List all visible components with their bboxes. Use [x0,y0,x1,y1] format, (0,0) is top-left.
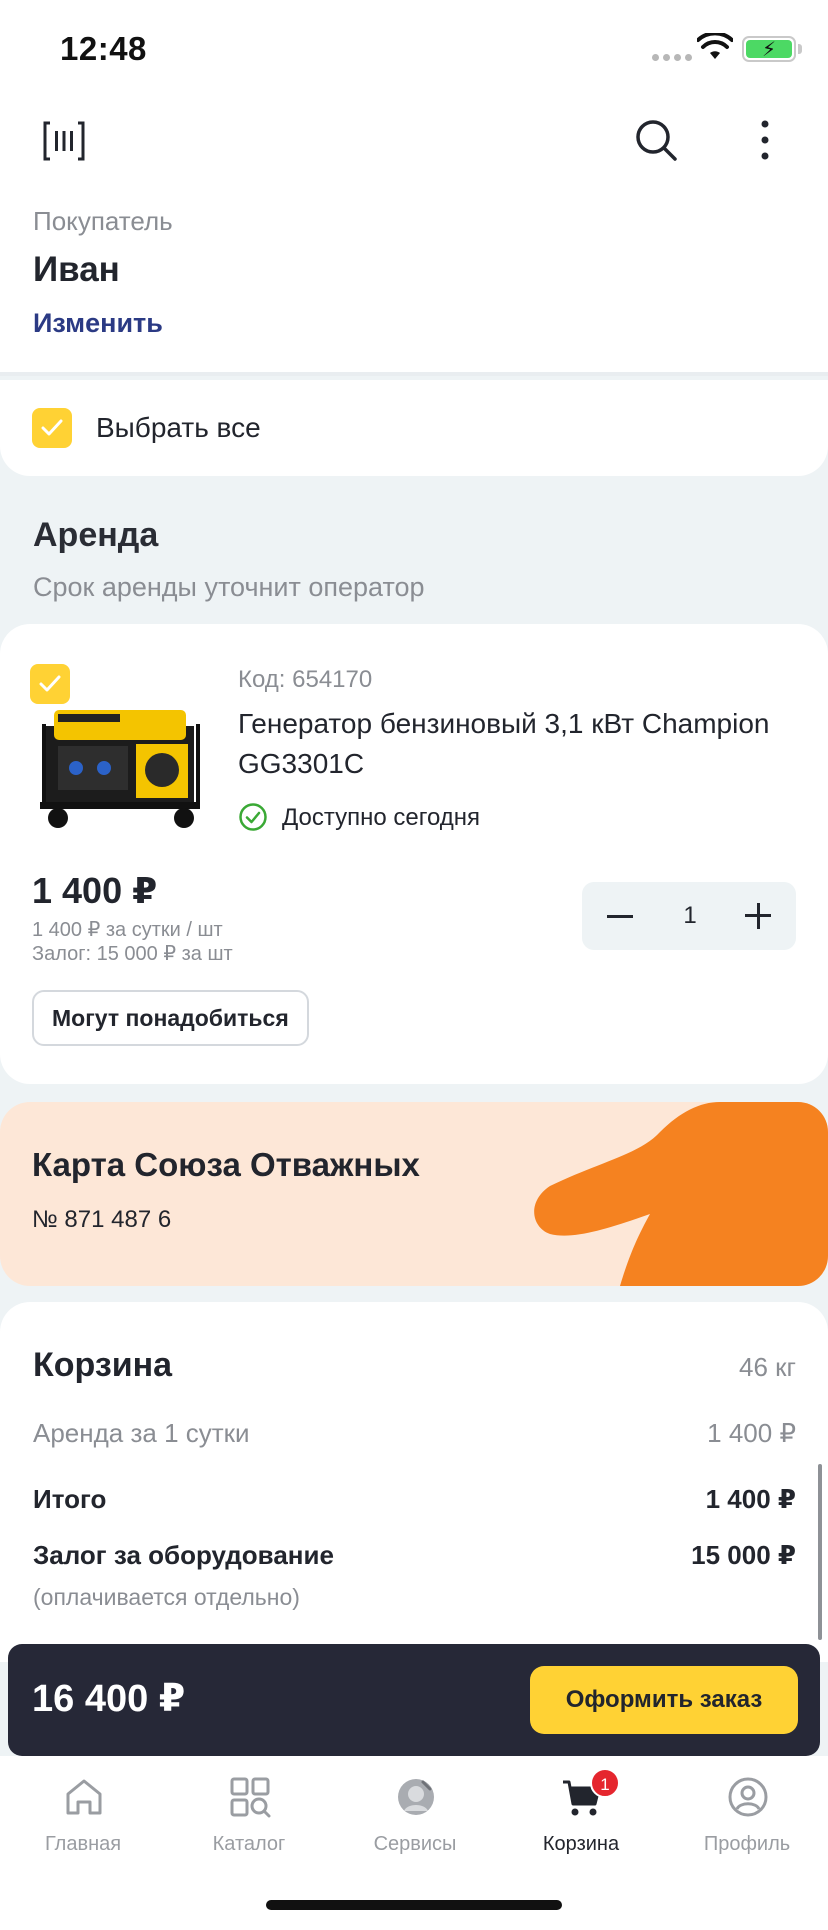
product-price: 1 400 ₽ [32,870,158,911]
price-per-day: 1 400 ₽ за сутки / шт [32,919,223,941]
deposit-value: 15 000 ₽ [691,1540,796,1570]
profile-icon [728,1777,768,1817]
increase-quantity-button[interactable] [738,896,778,936]
checkmark-icon [41,419,63,436]
decrease-quantity-button[interactable] [600,896,640,936]
select-all-checkbox[interactable] [32,408,72,448]
quantity-value: 1 [683,902,697,929]
buyer-name: Иван [33,250,120,289]
tab-label: Профиль [703,1833,791,1855]
product-code: Код: 654170 [238,666,373,693]
cart-weight: 46 кг [738,1352,796,1382]
tab-services[interactable]: Сервисы [332,1776,498,1876]
cart-badge: 1 [590,1768,620,1798]
tab-cart[interactable]: 1 Корзина [498,1768,664,1876]
tab-label: Каталог [212,1833,286,1855]
change-buyer-link[interactable]: Изменить [33,308,163,339]
search-icon[interactable] [634,118,678,162]
tab-catalog[interactable]: Каталог [166,1776,332,1876]
status-time: 12:48 [60,30,147,67]
home-indicator [266,1900,562,1910]
deposit-label: Залог за оборудование [33,1540,334,1570]
place-order-button[interactable]: Оформить заказ [530,1666,798,1734]
loyalty-card-graphic [534,1102,828,1286]
total-label: Итого [33,1484,107,1514]
rent-section-subtitle: Срок аренды уточнит оператор [33,572,425,602]
checkmark-icon [39,675,61,692]
tab-label: Корзина [542,1833,620,1855]
select-all-row[interactable]: Выбрать все [0,380,828,476]
cart-screen: 12:48 ⚡ Покупатель Иван Изменить Выбрать… [0,0,828,1930]
quantity-stepper: 1 [582,882,796,950]
more-menu-icon[interactable] [750,118,780,162]
rent-period-value: 1 400 ₽ [707,1418,796,1448]
deposit-note: (оплачивается отдельно) [33,1584,300,1610]
tab-label: Сервисы [373,1833,457,1855]
services-icon [398,1779,434,1815]
app-bar [0,100,828,190]
checkout-bar: 16 400 ₽ Оформить заказ [8,1644,820,1756]
buyer-section: Покупатель Иван Изменить [0,190,828,376]
checkout-total: 16 400 ₽ [32,1678,186,1720]
loyalty-card-number: № 871 487 6 [32,1206,172,1233]
catalog-icon [230,1777,271,1818]
price-deposit: Залог: 15 000 ₽ за шт [32,943,233,965]
rent-section-title: Аренда [33,516,159,554]
wifi-icon [697,33,733,59]
check-circle-icon [239,803,267,831]
battery-nub [798,44,802,54]
generator-product-image[interactable] [36,684,206,834]
select-all-label: Выбрать все [96,412,261,443]
cart-summary-title: Корзина [33,1346,173,1384]
loyalty-card[interactable]: Карта Союза Отважных № 871 487 6 [0,1102,828,1286]
barcode-scanner-icon[interactable] [42,120,86,162]
rent-period-label: Аренда за 1 сутки [33,1418,250,1448]
may-need-button[interactable]: Могут понадобиться [32,990,309,1046]
product-checkbox[interactable] [30,664,70,704]
loyalty-card-title: Карта Союза Отважных [32,1146,420,1183]
signal-icon [652,54,692,61]
product-title[interactable]: Генератор бензиновый 3,1 кВт Champion GG… [238,704,798,784]
tab-profile[interactable]: Профиль [664,1776,828,1876]
tab-label: Главная [44,1833,122,1855]
battery-icon: ⚡ [742,36,796,62]
total-value: 1 400 ₽ [705,1484,796,1514]
tab-home[interactable]: Главная [0,1776,166,1876]
buyer-caption: Покупатель [33,206,173,236]
product-card: Код: 654170 Генератор бензиновый 3,1 кВт… [0,624,828,1084]
scrollbar[interactable] [818,1464,822,1640]
status-bar: 12:48 ⚡ [0,0,828,100]
home-icon [66,1779,102,1815]
availability-text: Доступно сегодня [282,804,481,831]
cart-summary: Корзина 46 кг Аренда за 1 сутки 1 400 ₽ … [0,1302,828,1662]
